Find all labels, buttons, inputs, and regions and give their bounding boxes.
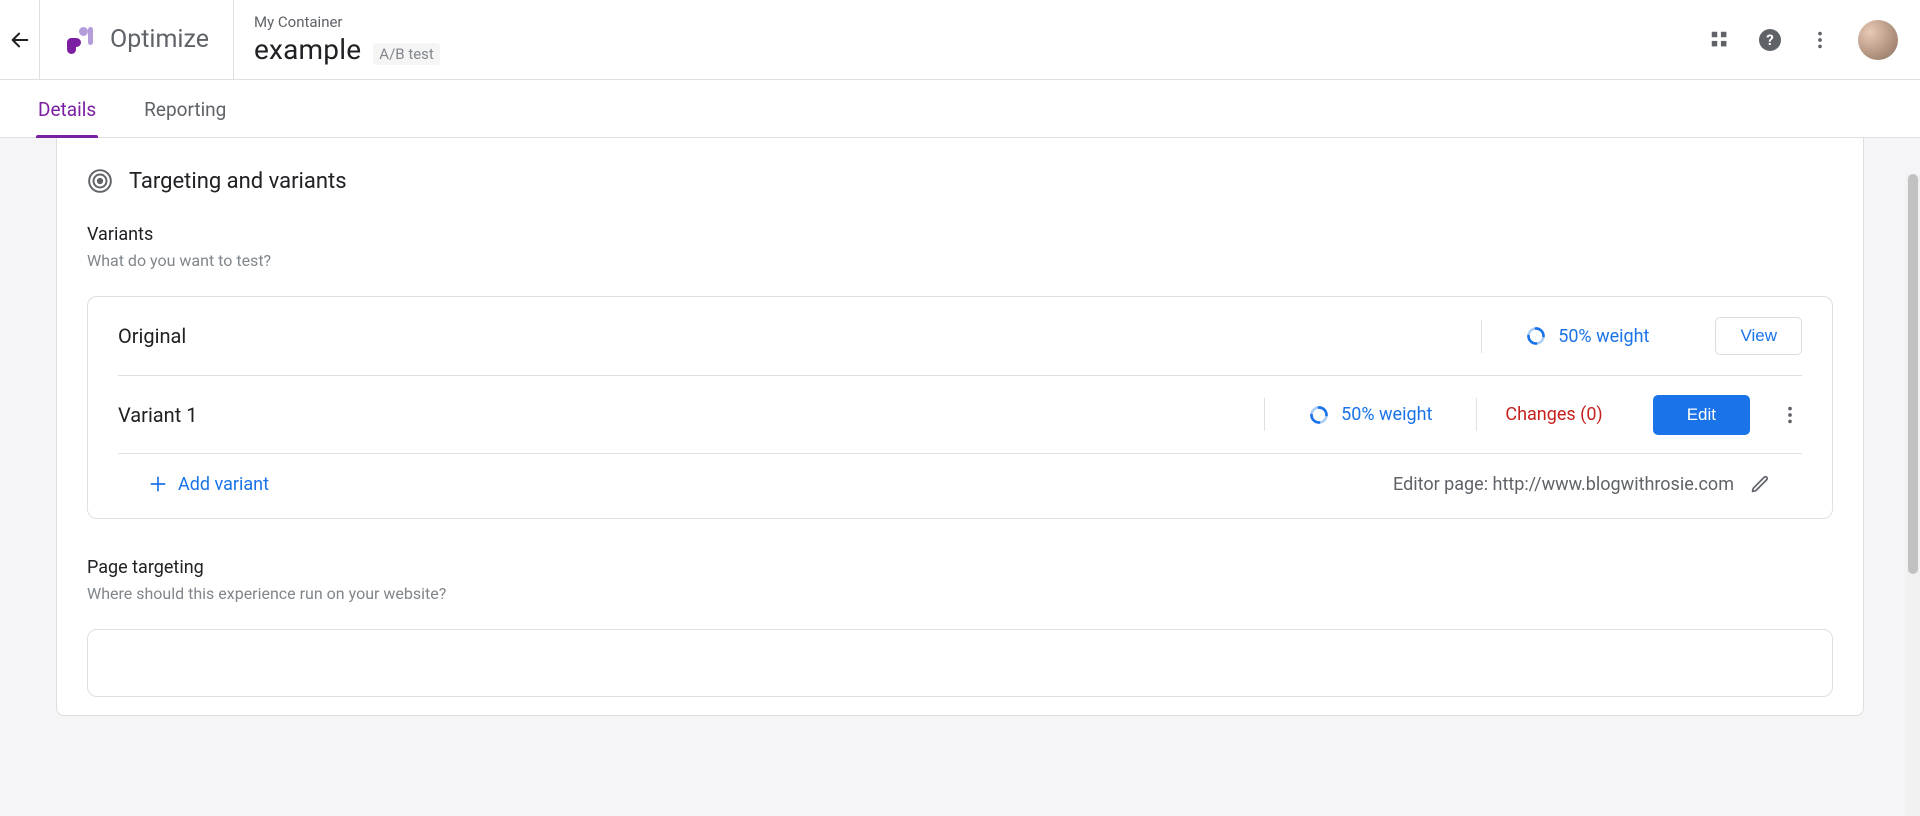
help-button[interactable]: ? xyxy=(1758,28,1782,52)
variant-row-original[interactable]: Original 50% weight View xyxy=(88,297,1832,375)
svg-text:?: ? xyxy=(1766,31,1773,49)
more-vertical-icon xyxy=(1809,29,1831,51)
targeting-card: Targeting and variants Variants What do … xyxy=(56,138,1864,716)
apps-button[interactable] xyxy=(1708,28,1732,52)
weight-split-icon xyxy=(1526,326,1546,346)
edit-button[interactable]: Edit xyxy=(1653,395,1750,435)
tab-reporting[interactable]: Reporting xyxy=(142,84,228,137)
variant-weight-button[interactable]: 50% weight xyxy=(1264,398,1476,431)
overflow-menu-button[interactable] xyxy=(1808,28,1832,52)
container-name: My Container xyxy=(254,13,440,31)
variant-name: Variant 1 xyxy=(118,403,1264,427)
app-header: Optimize My Container example A/B test ? xyxy=(0,0,1920,80)
experiment-type-badge: A/B test xyxy=(373,43,440,65)
variant-overflow-button[interactable] xyxy=(1778,403,1802,427)
variants-subtext: What do you want to test? xyxy=(87,251,1833,270)
back-button[interactable] xyxy=(0,0,40,80)
page-targeting-row[interactable] xyxy=(87,629,1833,697)
page-targeting-heading: Page targeting xyxy=(87,557,1833,578)
apps-icon xyxy=(1709,29,1731,51)
help-icon: ? xyxy=(1758,27,1782,53)
section-title: Targeting and variants xyxy=(129,169,347,194)
title-block: My Container example A/B test xyxy=(234,13,440,66)
plus-icon xyxy=(148,474,168,494)
product-name: Optimize xyxy=(110,25,209,54)
experiment-name: example xyxy=(254,33,361,66)
variants-footer: Add variant Editor page: http://www.blog… xyxy=(118,453,1802,518)
pencil-icon xyxy=(1750,474,1770,494)
variant-weight-button[interactable]: 50% weight xyxy=(1481,320,1693,353)
add-variant-button[interactable]: Add variant xyxy=(148,474,269,495)
weight-split-icon xyxy=(1309,405,1329,425)
editor-page-label: Editor page: http://www.blogwithrosie.co… xyxy=(1393,474,1734,495)
variant-changes-button[interactable]: Changes (0) xyxy=(1476,398,1630,431)
content-area: Targeting and variants Variants What do … xyxy=(0,138,1920,816)
optimize-logo-icon xyxy=(64,24,96,56)
arrow-left-icon xyxy=(9,29,31,51)
tab-details[interactable]: Details xyxy=(36,84,98,137)
account-avatar[interactable] xyxy=(1858,20,1898,60)
variants-box: Original 50% weight View Variant 1 50% w… xyxy=(87,296,1833,519)
variant-name: Original xyxy=(118,324,1481,348)
variant-weight-label: 50% weight xyxy=(1558,326,1649,347)
page-targeting-subtext: Where should this experience run on your… xyxy=(87,584,1833,603)
variant-weight-label: 50% weight xyxy=(1341,404,1432,425)
variants-heading: Variants xyxy=(87,224,1833,245)
target-icon xyxy=(87,168,113,194)
scrollbar-thumb[interactable] xyxy=(1908,174,1918,574)
view-button[interactable]: View xyxy=(1715,317,1802,355)
add-variant-label: Add variant xyxy=(178,474,269,495)
vertical-scrollbar[interactable] xyxy=(1906,174,1920,816)
edit-editor-page-button[interactable] xyxy=(1748,472,1772,496)
more-vertical-icon xyxy=(1779,404,1801,426)
product-logo[interactable]: Optimize xyxy=(40,0,234,80)
tabs-bar: Details Reporting xyxy=(0,80,1920,138)
variant-row-variant-1[interactable]: Variant 1 50% weight Changes (0) Edit xyxy=(118,375,1802,453)
